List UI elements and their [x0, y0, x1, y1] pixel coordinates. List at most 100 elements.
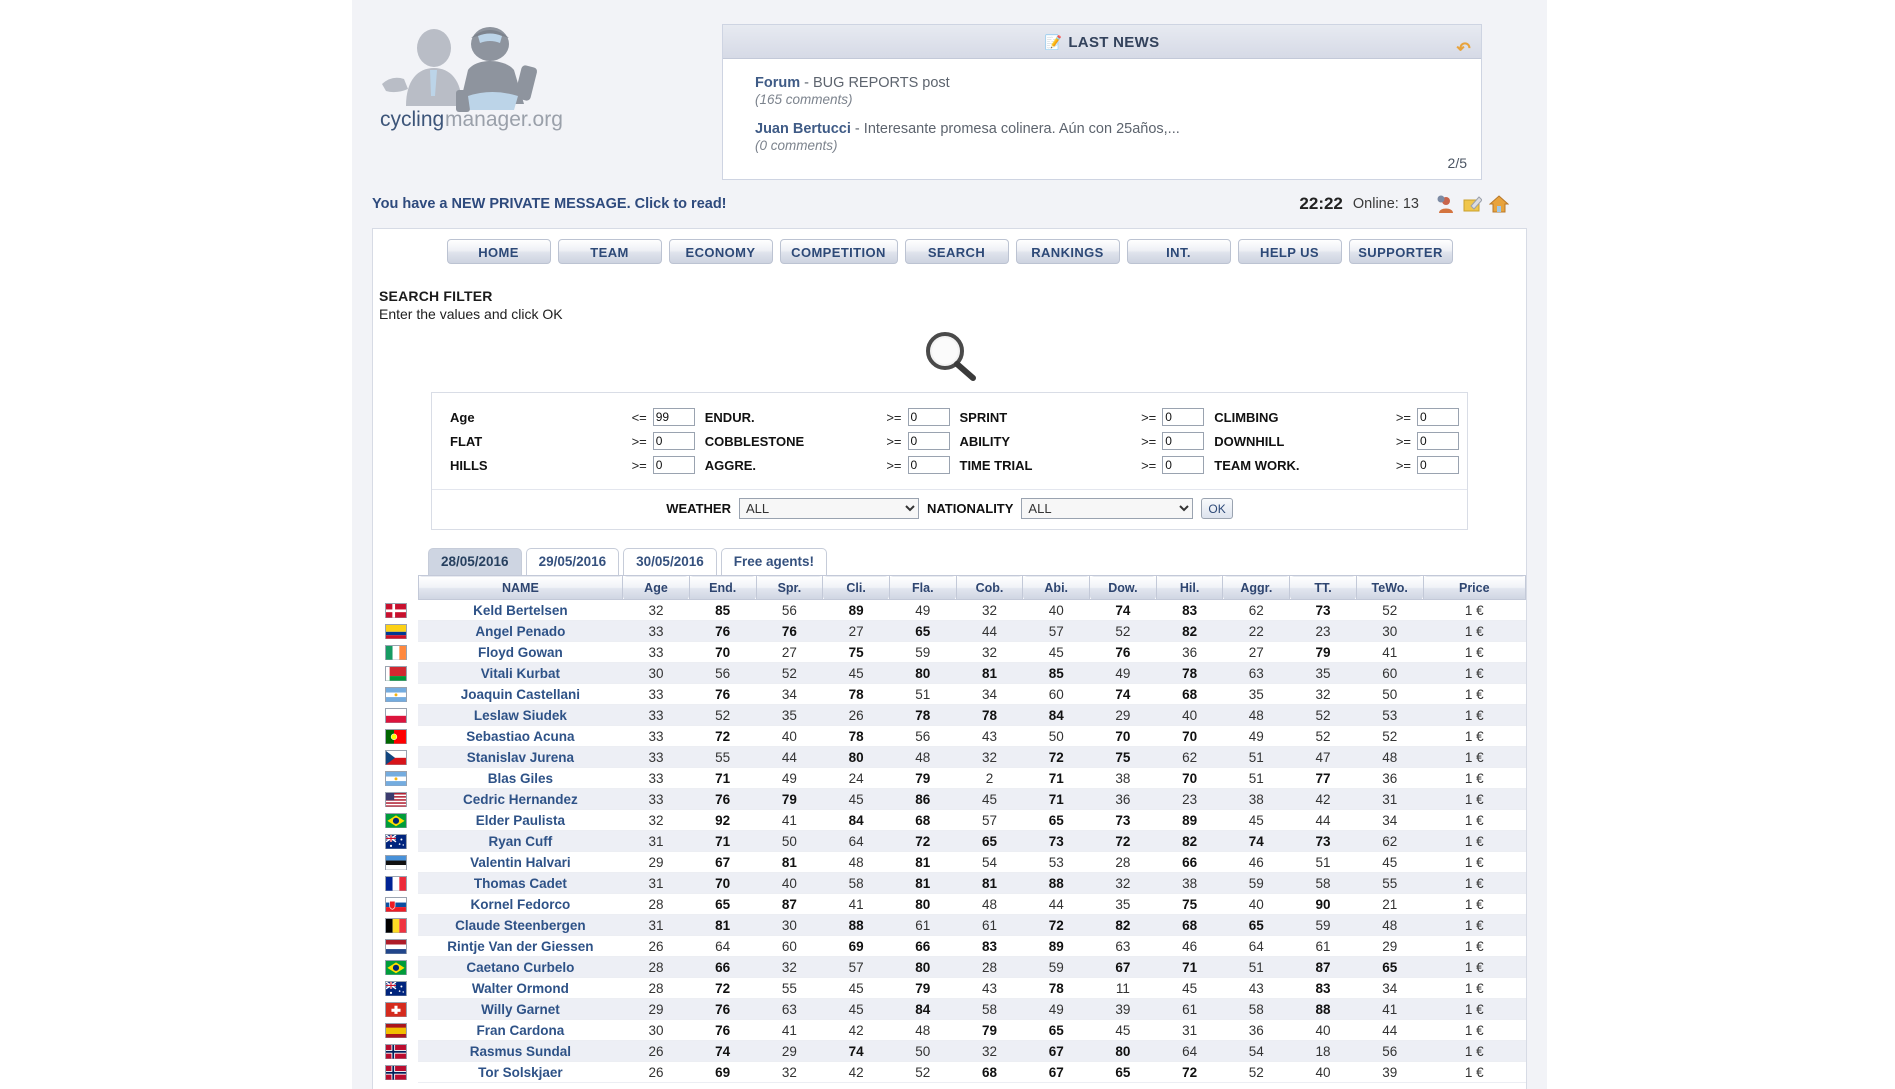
- rider-name[interactable]: Fran Cardona: [418, 1019, 623, 1041]
- nav-rankings[interactable]: RANKINGS: [1015, 239, 1120, 264]
- rider-name[interactable]: Claude Steenbergen: [418, 914, 623, 936]
- rider-name[interactable]: Cedric Hernandez: [418, 788, 623, 810]
- column-header-tewo[interactable]: TeWo.: [1355, 575, 1424, 600]
- column-header-fla[interactable]: Fla.: [888, 575, 957, 600]
- ok-button[interactable]: OK: [1201, 498, 1233, 519]
- filter-input-team-work[interactable]: [1417, 456, 1459, 474]
- rider-name[interactable]: Willy Garnet: [418, 998, 623, 1020]
- nav-help-us[interactable]: HELP US: [1237, 239, 1342, 264]
- table-row[interactable]: Walter Ormond 28 72 55 45 79 43 78 11 45 43 83 34 1 €: [373, 977, 1526, 999]
- filter-input-sprint[interactable]: [1162, 408, 1205, 426]
- nationality-select[interactable]: ALL: [1021, 498, 1194, 519]
- table-row[interactable]: Rintje Van der Giessen 26 64 60 69 66 83 89 63 46…: [373, 935, 1526, 957]
- table-row[interactable]: Stanislav Jurena 33 55 44 80 48 32 72 75 62 51 47 48…: [373, 746, 1526, 768]
- rider-name[interactable]: Leslaw Siudek: [418, 704, 623, 726]
- nav-supporter[interactable]: SUPPORTER: [1348, 239, 1453, 264]
- table-row[interactable]: Ryan Cuff 31 71 50 64 72 65 73 72 82 74 73 62 1 €: [373, 830, 1526, 852]
- column-header-cli[interactable]: Cli.: [822, 575, 890, 600]
- filter-input-downhill[interactable]: [1417, 432, 1459, 450]
- column-header-aggr[interactable]: Aggr.: [1222, 575, 1291, 600]
- column-header-end[interactable]: End.: [688, 575, 757, 600]
- table-row[interactable]: Blas Giles 33 71 49 24 79 2 71 38 70 51 77 36 1 €: [373, 767, 1526, 789]
- private-message-link[interactable]: You have a NEW PRIVATE MESSAGE. Click to…: [372, 196, 727, 212]
- nav-economy[interactable]: ECONOMY: [668, 239, 773, 264]
- table-row[interactable]: Caetano Curbelo 28 66 32 57 80 28 59 67 71 51 87 65 1…: [373, 956, 1526, 978]
- nav-search[interactable]: SEARCH: [904, 239, 1009, 264]
- rider-name[interactable]: Valentin Halvari: [418, 851, 623, 873]
- rider-name[interactable]: Thomas Cadet: [418, 872, 623, 894]
- tab-30-05-2016[interactable]: 30/05/2016: [623, 548, 717, 575]
- cell-aggr: 63: [1222, 662, 1290, 684]
- rider-name[interactable]: Vitali Kurbat: [418, 662, 623, 684]
- column-header-dow[interactable]: Dow.: [1089, 575, 1157, 600]
- filter-field-time-trial: TIME TRIAL >=: [950, 453, 1205, 477]
- rider-name[interactable]: Blas Giles: [418, 767, 623, 789]
- user-profile-icon[interactable]: [1435, 194, 1455, 214]
- rider-name[interactable]: Joaquin Castellani: [418, 683, 623, 705]
- rider-name[interactable]: Kornel Fedorco: [418, 893, 623, 915]
- filter-input-aggre[interactable]: [907, 456, 950, 474]
- weather-select[interactable]: ALL: [739, 498, 919, 519]
- filter-input-hills[interactable]: [652, 456, 695, 474]
- table-row[interactable]: Thomas Cadet 31 70 40 58 81 81 88 32 38 59 58 55 1 €: [373, 872, 1526, 894]
- nav-team[interactable]: TEAM: [557, 239, 662, 264]
- news-author-link[interactable]: Forum: [755, 75, 800, 91]
- tab-28-05-2016[interactable]: 28/05/2016: [428, 548, 522, 575]
- filter-grid: Age <= ENDUR. >= SPRINT >= CLIMBING >=: [432, 393, 1467, 481]
- filter-input-endur[interactable]: [907, 408, 950, 426]
- table-row[interactable]: Joaquin Castellani 33 76 34 78 51 34 60 74 68 35 32…: [373, 683, 1526, 705]
- cell-dow: 32: [1089, 872, 1157, 894]
- filter-input-climbing[interactable]: [1417, 408, 1459, 426]
- table-row[interactable]: Vitali Kurbat 30 56 52 45 80 81 85 49 78 63 35 60 1 €: [373, 662, 1526, 684]
- table-row[interactable]: Rasmus Sundal 26 74 29 74 50 32 67 80 64 54 18 56 1 €: [373, 1040, 1526, 1062]
- rider-name[interactable]: Rasmus Sundal: [418, 1040, 623, 1062]
- home-icon[interactable]: [1488, 194, 1510, 214]
- table-row[interactable]: Claude Steenbergen 31 81 30 88 61 61 72 82 68 65 59…: [373, 914, 1526, 936]
- nav-home[interactable]: HOME: [446, 239, 551, 264]
- table-row[interactable]: Willy Garnet 29 76 63 45 84 58 49 39 61 58 88 41 1 €: [373, 998, 1526, 1020]
- rider-name[interactable]: Floyd Gowan: [418, 641, 623, 663]
- filter-input-age[interactable]: [652, 408, 695, 426]
- column-header-name[interactable]: NAME: [417, 575, 624, 600]
- site-logo[interactable]: cycling manager.org: [372, 18, 582, 138]
- rider-name[interactable]: Caetano Curbelo: [418, 956, 623, 978]
- table-row[interactable]: Floyd Gowan 33 70 27 75 59 32 45 76 36 27 79 41 1 €: [373, 641, 1526, 663]
- table-row[interactable]: Valentin Halvari 29 67 81 48 81 54 53 28 66 46 51 45…: [373, 851, 1526, 873]
- nav-competition[interactable]: COMPETITION: [779, 239, 898, 264]
- table-row[interactable]: Sebastiao Acuna 33 72 40 78 56 43 50 70 70 49 52 52 1…: [373, 725, 1526, 747]
- filter-input-cobblestone[interactable]: [907, 432, 950, 450]
- nav-int[interactable]: INT.: [1126, 239, 1231, 264]
- table-row[interactable]: Keld Bertelsen 32 85 56 89 49 32 40 74 83 62 73 52 1 …: [373, 599, 1526, 621]
- rider-name[interactable]: Keld Bertelsen: [418, 599, 623, 621]
- rider-name[interactable]: Walter Ormond: [418, 977, 623, 999]
- cell-tt: 88: [1289, 998, 1357, 1020]
- table-row[interactable]: Kornel Fedorco 28 65 87 41 80 48 44 35 75 40 90 21 1 …: [373, 893, 1526, 915]
- table-row[interactable]: Cedric Hernandez 33 76 79 45 86 45 71 36 23 38 42 31…: [373, 788, 1526, 810]
- rider-name[interactable]: Sebastiao Acuna: [418, 725, 623, 747]
- rider-name[interactable]: Tor Solskjaer: [418, 1061, 623, 1083]
- tab-29-05-2016[interactable]: 29/05/2016: [525, 548, 620, 575]
- table-row[interactable]: Elder Paulista 32 92 41 84 68 57 65 73 89 45 44 34 1 …: [373, 809, 1526, 831]
- table-row[interactable]: Angel Penado 33 76 76 27 65 44 57 52 82 22 23 30 1 €: [373, 620, 1526, 642]
- filter-input-ability[interactable]: [1162, 432, 1205, 450]
- pencil-note-icon[interactable]: [1462, 194, 1483, 214]
- filter-input-flat[interactable]: [652, 432, 695, 450]
- table-row[interactable]: Leslaw Siudek 33 52 35 26 78 78 84 29 40 48 52 53 1 €: [373, 704, 1526, 726]
- rider-name[interactable]: Elder Paulista: [418, 809, 623, 831]
- news-author-link[interactable]: Juan Bertucci: [755, 121, 851, 137]
- rider-name[interactable]: Rintje Van der Giessen: [418, 935, 623, 957]
- column-header-age[interactable]: Age: [622, 575, 690, 600]
- rider-name[interactable]: Stanislav Jurena: [418, 746, 623, 768]
- column-header-tt[interactable]: TT.: [1289, 575, 1357, 600]
- column-header-hil[interactable]: Hil.: [1155, 575, 1224, 600]
- column-header-spr[interactable]: Spr.: [755, 575, 824, 600]
- rider-name[interactable]: Angel Penado: [418, 620, 623, 642]
- filter-input-time-trial[interactable]: [1162, 456, 1205, 474]
- column-header-cob[interactable]: Cob.: [955, 575, 1024, 600]
- column-header-abi[interactable]: Abi.: [1022, 575, 1091, 600]
- column-header-price[interactable]: Price: [1422, 575, 1527, 600]
- tab-free-agents[interactable]: Free agents!: [720, 548, 828, 575]
- table-row[interactable]: Fran Cardona 30 76 41 42 48 79 65 45 31 36 40 44 1 €: [373, 1019, 1526, 1041]
- rider-name[interactable]: Ryan Cuff: [418, 830, 623, 852]
- table-row[interactable]: Tor Solskjaer 26 69 32 42 52 68 67 65 72 52 40 39 1 €: [373, 1061, 1526, 1083]
